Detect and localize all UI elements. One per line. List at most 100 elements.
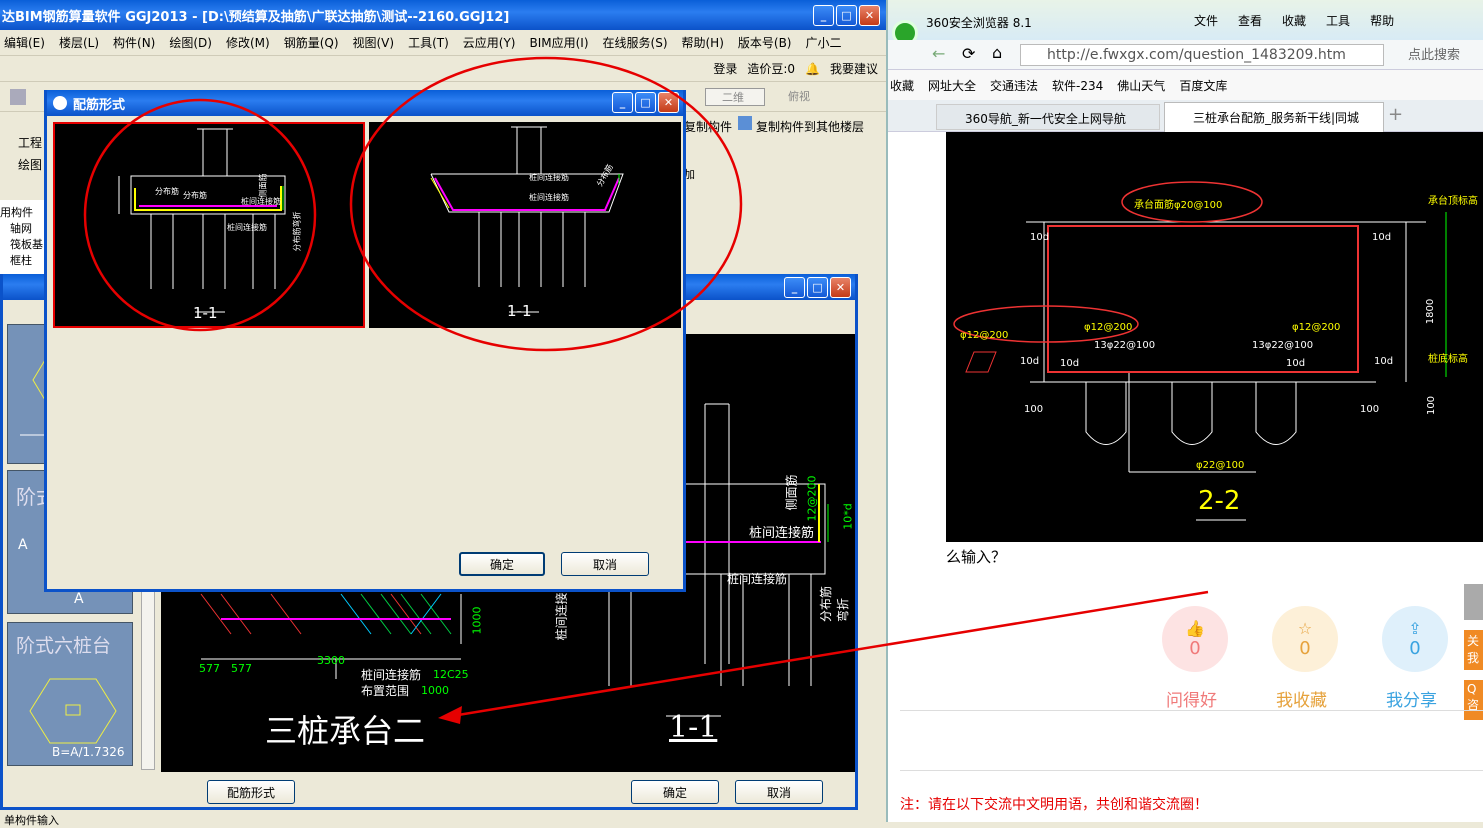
like-count: 0 — [1189, 638, 1201, 659]
cap-ok-button[interactable]: 确定 — [631, 780, 719, 804]
tab-question[interactable]: 三桩承台配筋_服务新干线|同城 — [1164, 102, 1384, 132]
favorite-label: 我收藏 — [1276, 691, 1327, 711]
bookmark-item[interactable]: 网址大全 — [928, 77, 976, 94]
view-top-select[interactable]: 俯视 — [772, 88, 832, 106]
home-icon[interactable]: ⌂ — [992, 43, 1002, 62]
range-label: 布置范围 — [361, 684, 410, 698]
view-2d-select[interactable]: 二维 — [705, 88, 765, 106]
drw-right-label: 承台顶标高 — [1428, 196, 1478, 207]
cap-maximize-button[interactable]: □ — [807, 277, 828, 298]
copy-to-floor-button[interactable]: 复制构件到其他楼层 — [756, 118, 864, 135]
thumb-3-formula: B=A/1.7326 — [52, 745, 125, 759]
drw-phi12-c: φ12@200 — [1292, 322, 1341, 333]
view-2d-label: 二维 — [722, 91, 744, 104]
drw-pile-bottom: 桩底标高 — [1428, 354, 1468, 365]
share-count: 0 — [1409, 638, 1421, 659]
menu-item[interactable]: 视图(V) — [353, 34, 395, 51]
menu-item[interactable]: 绘图(D) — [169, 34, 212, 51]
dialog-close-button[interactable]: ✕ — [658, 92, 679, 113]
notice-text: 注：请在以下交流中文明用语，共创和谐交流圈！ — [900, 797, 1208, 813]
back-top-button[interactable] — [1464, 584, 1483, 620]
drw-phi12-a: φ12@200 — [960, 330, 1009, 341]
bell-icon[interactable]: 🔔 — [805, 62, 820, 76]
bookmarks-bar: 收藏 网址大全 交通违法 软件-234 佛山天气 百度文库 — [888, 70, 1483, 100]
copy-component-button[interactable]: 复制构件 — [684, 118, 732, 135]
menu-item[interactable]: 在线服务(S) — [603, 34, 668, 51]
side-follow-button[interactable]: 关我 — [1464, 630, 1483, 670]
copy-icon — [738, 116, 752, 130]
pile-link-label: 桩间连接筋 — [361, 668, 422, 682]
login-link[interactable]: 登录 — [713, 60, 737, 77]
bookmark-item[interactable]: 交通违法 — [990, 77, 1038, 94]
tab-draw[interactable]: 绘图 — [18, 156, 42, 173]
search-input[interactable]: 点此搜索 — [1408, 44, 1483, 66]
menu-item[interactable]: 云应用(Y) — [463, 34, 516, 51]
close-button[interactable]: ✕ — [859, 5, 880, 26]
menu-item[interactable]: 版本号(B) — [738, 34, 792, 51]
menu-item[interactable]: 帮助(H) — [682, 34, 724, 51]
drw-10d-d: 10d — [1060, 358, 1080, 369]
rebar-option-1[interactable]: 分布筋 分布筋 桩间连接筋 桩间连接筋 侧面筋 分布筋弯折 1-1 — [53, 122, 365, 328]
lbl-r-link-1: 桩间连接筋 — [529, 173, 569, 182]
menu-item[interactable]: 工具(T) — [408, 34, 449, 51]
tab-project[interactable]: 工程 — [18, 134, 42, 151]
drw-phi22: φ22@100 — [1196, 460, 1245, 471]
rebar-form-button[interactable]: 配筋形式 — [207, 780, 295, 804]
refresh-icon[interactable]: ⟳ — [962, 44, 975, 63]
browser-window: 360安全浏览器 8.1 文件 查看 收藏 工具 帮助 ← ⟳ ⌂ http://e.f… — [886, 0, 1483, 822]
lbl-dist-1: 分布筋 — [155, 187, 179, 196]
menu-item[interactable]: BIM应用(I) — [529, 34, 588, 51]
left-tabs: 工程 绘图 — [0, 132, 46, 182]
tab-360nav[interactable]: 360导航_新一代安全上网导航 — [936, 104, 1160, 130]
menu-bar: 编辑(E) 楼层(L) 构件(N) 绘图(D) 修改(M) 钢筋量(Q) 视图(V) 工具(T… — [0, 30, 886, 56]
rebar-option-2[interactable]: 桩间连接筋 桩间连接筋 分布筋 1-1 — [369, 122, 681, 328]
bookmark-item[interactable]: 佛山天气 — [1117, 77, 1165, 94]
dialog-minimize-button[interactable]: _ — [612, 92, 633, 113]
dim-3300: 3300 — [317, 654, 345, 667]
back-icon[interactable]: ← — [932, 44, 945, 63]
cap-cancel-button[interactable]: 取消 — [735, 780, 823, 804]
bookmark-item[interactable]: 收藏 — [890, 77, 914, 94]
tree-item[interactable]: 轴网 — [0, 220, 46, 236]
drw-100-a: 100 — [1024, 404, 1044, 415]
new-tab-button[interactable]: + — [1388, 104, 1403, 125]
tab-360nav-label: 360导航_新一代安全上网导航 — [965, 112, 1126, 126]
favorite-count: 0 — [1299, 638, 1311, 659]
suggest-link[interactable]: 我要建议 — [830, 60, 878, 77]
thumb-3[interactable]: 阶式六桩台 B=A/1.7326 — [7, 622, 133, 766]
menu-item[interactable]: 构件(N) — [113, 34, 155, 51]
label-dist-bend: 分布筋弯折 — [819, 585, 850, 622]
dim-577a: 577 — [199, 662, 220, 675]
browser-menu-item[interactable]: 工具 — [1326, 12, 1350, 29]
bookmark-item[interactable]: 百度文库 — [1179, 77, 1227, 94]
side-qq-button[interactable]: Q咨 — [1464, 680, 1483, 720]
maximize-button[interactable]: □ — [836, 5, 857, 26]
label-pile-link-2: 桩间连接筋 — [727, 572, 788, 586]
top-toolbar: 登录 造价豆:0 🔔 我要建议 — [0, 56, 886, 82]
thumb-2-A2: A — [74, 591, 84, 607]
cap-minimize-button[interactable]: _ — [784, 277, 805, 298]
rebar-option-2-caption: 1-1 — [507, 302, 532, 320]
cap-close-button[interactable]: ✕ — [830, 277, 851, 298]
menu-item[interactable]: 修改(M) — [226, 34, 270, 51]
browser-menu-item[interactable]: 文件 — [1194, 12, 1218, 29]
browser-menu-item[interactable]: 帮助 — [1370, 12, 1394, 29]
browser-menu-item[interactable]: 收藏 — [1282, 12, 1306, 29]
menu-item[interactable]: 广小二 — [806, 34, 842, 51]
rebar-cancel-button[interactable]: 取消 — [561, 552, 649, 576]
menu-item[interactable]: 编辑(E) — [4, 34, 45, 51]
menu-item[interactable]: 钢筋量(Q) — [284, 34, 339, 51]
rebar-option-1-caption: 1-1 — [193, 304, 218, 322]
dialog-maximize-button[interactable]: □ — [635, 92, 656, 113]
menu-item[interactable]: 楼层(L) — [59, 34, 99, 51]
drw-100-c: 100 — [1426, 395, 1438, 416]
tree-item[interactable]: 筏板基 — [0, 236, 46, 252]
rebar-ok-button[interactable]: 确定 — [459, 552, 545, 576]
bookmark-item[interactable]: 软件-234 — [1052, 77, 1103, 94]
tree-item[interactable]: 框柱 — [0, 252, 46, 268]
minimize-button[interactable]: _ — [813, 5, 834, 26]
lbl-r-link-2: 桩间连接筋 — [529, 193, 569, 202]
browser-menu-item[interactable]: 查看 — [1238, 12, 1262, 29]
url-input[interactable]: http://e.fwxgx.com/question_1483209.htm — [1020, 44, 1384, 66]
save-icon[interactable] — [10, 89, 26, 105]
